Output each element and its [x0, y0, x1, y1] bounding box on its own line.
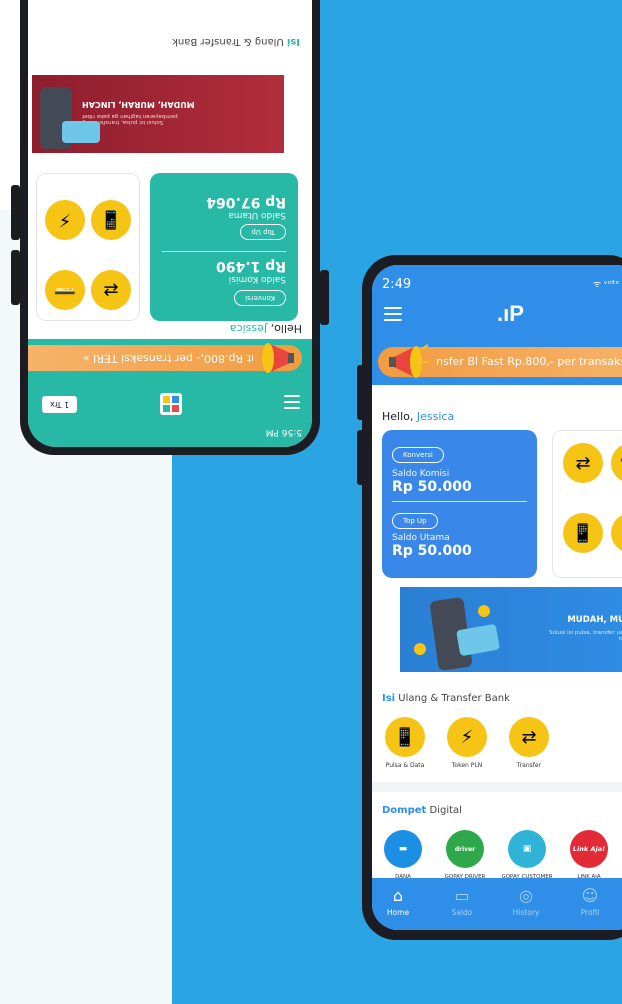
- section-title-isi-ulang: Isi Ulang & Transfer Bank: [172, 36, 300, 47]
- nav-saldo[interactable]: ▭ Saldo: [432, 886, 492, 917]
- saldo-utama-label: Saldo Utama: [228, 210, 286, 220]
- banner-card-illustration: [456, 623, 500, 657]
- bank-card-icon[interactable]: 💳: [45, 270, 85, 310]
- secondary-phone-mockup: 5:56 PM 1 Trx ıt Rp.800,- per transaksi …: [11, 0, 329, 455]
- service-token-pln[interactable]: ⚡ Token PLN: [436, 717, 498, 769]
- greeting: Hello, Jessica: [229, 322, 302, 335]
- phone-screen: 5:56 PM 1 Trx ıt Rp.800,- per transaksi …: [28, 0, 312, 447]
- banner-title: MUDAH, MURAH, LI: [567, 615, 622, 625]
- promo-marquee[interactable]: ıt Rp.800,- per transaksi TERI »: [28, 339, 312, 377]
- phone-side-button: [320, 270, 329, 325]
- profile-icon: ☺: [581, 886, 599, 905]
- menu-icon[interactable]: [284, 391, 300, 409]
- service-pulsa-data[interactable]: 📱 Pulsa & Data: [374, 717, 436, 769]
- lightning-icon[interactable]: ⚡: [611, 513, 622, 553]
- phone-screen: 2:49 ᯤ ᵛᵒˡᵗᵉ .ıl .ıP nsfer BI Fast Rp.80…: [372, 265, 622, 930]
- coin-illustration: [414, 643, 426, 655]
- bank-card-icon[interactable]: 💳: [611, 443, 622, 483]
- divider: [162, 251, 286, 252]
- section-separator: [372, 782, 622, 792]
- balance-card: Konversi Saldo Komisi Rp 1.490 Top Up Sa…: [150, 173, 298, 321]
- gopay-customer-icon: ▣: [508, 830, 546, 868]
- home-icon: ⌂: [392, 886, 404, 905]
- transfer-icon: ⇄: [509, 717, 549, 757]
- transaction-count-badge[interactable]: 1 Trx: [42, 396, 78, 413]
- dana-icon: ▬: [384, 830, 422, 868]
- phone-side-button: [11, 185, 20, 240]
- wallet-icon: ▭: [454, 886, 470, 905]
- service-label: Transfer: [516, 762, 542, 769]
- quick-icons-card: ⇄ 💳 📱 ⚡: [552, 430, 622, 578]
- nav-label: Saldo: [451, 908, 473, 917]
- saldo-komisi-label: Saldo Komisi: [228, 274, 286, 284]
- wallet-linkaja[interactable]: Link Aja! LINK AJA: [558, 830, 620, 881]
- transfer-icon[interactable]: ⇄: [91, 270, 131, 310]
- status-icons: ᯤ ᵛᵒˡᵗᵉ .ıl: [592, 280, 622, 290]
- saldo-utama-label: Saldo Utama: [392, 533, 450, 543]
- balance-card: Konversi Saldo Komisi Rp 50.000 Top Up S…: [382, 430, 537, 578]
- gopay-driver-icon: driver: [446, 830, 484, 868]
- linkaja-icon: Link Aja!: [570, 830, 608, 868]
- lightning-icon: ⚡: [447, 717, 487, 757]
- phone-icon[interactable]: 📱: [563, 513, 603, 553]
- phone-side-button: [11, 250, 20, 305]
- nav-home[interactable]: ⌂ Home: [372, 886, 428, 917]
- nav-profil[interactable]: ☺ Profil: [560, 886, 620, 917]
- saldo-utama-value: Rp 97.064: [206, 194, 286, 210]
- quick-icons-card: ⇄ 💳 📱 ⚡: [36, 173, 140, 321]
- wallet-dana[interactable]: ▬ DANA: [372, 830, 434, 881]
- nav-label: Profil: [580, 908, 600, 917]
- topup-button[interactable]: Top Up: [392, 513, 438, 529]
- menu-icon[interactable]: [384, 307, 402, 325]
- megaphone-icon: [389, 344, 429, 378]
- history-icon: ◎: [519, 886, 533, 905]
- nav-label: History: [512, 908, 540, 917]
- bottom-navigation: ⌂ Home ▭ Saldo ◎ History ☺ Profil: [372, 878, 622, 930]
- saldo-komisi-label: Saldo Komisi: [392, 469, 450, 479]
- app-logo: .ıP: [497, 301, 524, 326]
- phone-icon[interactable]: 📱: [91, 200, 131, 240]
- lightning-icon[interactable]: ⚡: [45, 200, 85, 240]
- saldo-komisi-value: Rp 1.490: [216, 258, 286, 274]
- transfer-icon[interactable]: ⇄: [563, 443, 603, 483]
- wallet-gopay-customer[interactable]: ▣ GOPAY CUSTOMER: [496, 830, 558, 881]
- status-time: 2:49: [382, 277, 412, 292]
- main-phone-mockup: 2:49 ᯤ ᵛᵒˡᵗᵉ .ıl .ıP nsfer BI Fast Rp.80…: [357, 255, 622, 940]
- top-bar: 5:56 PM 1 Trx: [28, 377, 312, 447]
- section-title-dompet: Dompet Digital: [382, 805, 462, 816]
- header: 2:49 ᯤ ᵛᵒˡᵗᵉ .ıl .ıP nsfer BI Fast Rp.80…: [372, 265, 622, 385]
- promo-banner[interactable]: MUDAH, MURAH, LI Solusi isi pulsa, trans…: [400, 587, 622, 672]
- service-label: Token PLN: [451, 762, 483, 769]
- saldo-utama-value: Rp 50.000: [392, 543, 472, 559]
- nav-history[interactable]: ◎ History: [496, 886, 556, 917]
- saldo-komisi-value: Rp 50.000: [392, 479, 472, 495]
- service-label: Pulsa & Data: [385, 762, 425, 769]
- wallet-gopay-driver[interactable]: driver GOPAY DRIVER: [434, 830, 496, 881]
- banner-title: MUDAH, MURAH, LINCAH: [82, 100, 195, 109]
- divider: [392, 501, 527, 502]
- coin-illustration: [478, 605, 490, 617]
- status-time: 5:56 PM: [265, 427, 302, 437]
- konversi-button[interactable]: Konversi: [392, 447, 444, 463]
- app-logo-icon: [160, 393, 182, 415]
- banner-card-illustration: [62, 121, 100, 143]
- greeting: Hello, Jessica: [382, 410, 455, 423]
- phone-icon: 📱: [385, 717, 425, 757]
- marquee-text: nsfer BI Fast Rp.800,- per transaksi T: [436, 355, 622, 368]
- service-transfer[interactable]: ⇄ Transfer: [498, 717, 560, 769]
- topup-button[interactable]: Top Up: [240, 224, 286, 240]
- promo-banner[interactable]: MUDAH, MURAH, LINCAH Solusi isi pulsa, t…: [32, 75, 284, 153]
- marquee-text: ıt Rp.800,- per transaksi TERI »: [82, 352, 254, 365]
- nav-label: Home: [386, 908, 410, 917]
- section-title-isi-ulang: Isi Ulang & Transfer Bank: [382, 693, 510, 704]
- konversi-button[interactable]: Konversi: [234, 290, 286, 306]
- banner-subtitle: Solusi isi pulsa, transfer ua pembayaran…: [549, 630, 622, 642]
- megaphone-icon: [262, 343, 294, 373]
